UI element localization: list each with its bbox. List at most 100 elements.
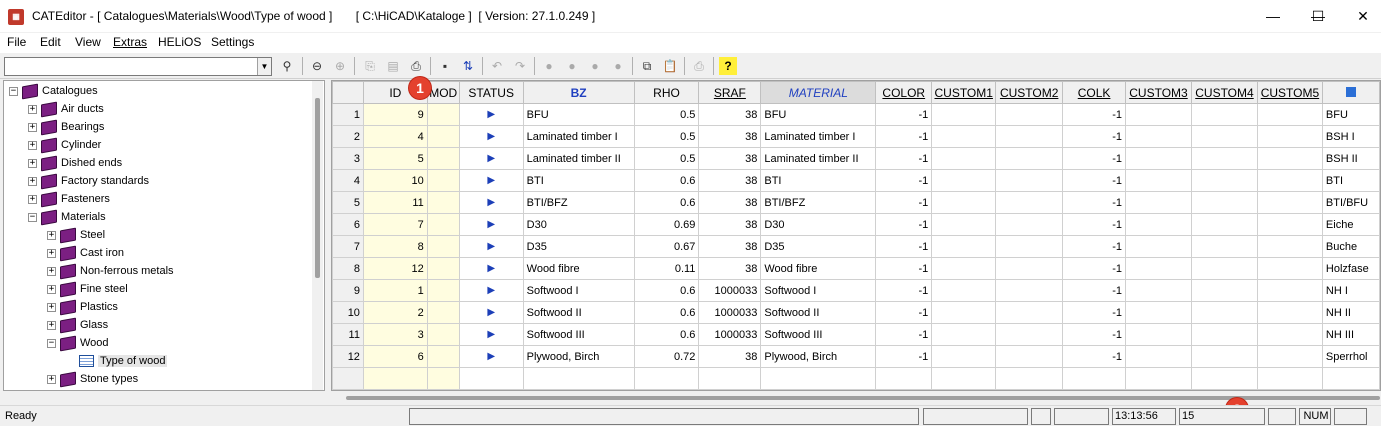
tree-item[interactable]: + Fasteners bbox=[28, 190, 110, 208]
cell-custom1[interactable] bbox=[931, 169, 997, 192]
cell-rho[interactable]: 0.6 bbox=[633, 323, 700, 346]
cell-colk[interactable]: -1 bbox=[1062, 191, 1127, 214]
column-header[interactable]: STATUS bbox=[458, 81, 524, 104]
cell-color[interactable]: -1 bbox=[875, 279, 933, 302]
cell-custom4[interactable] bbox=[1190, 323, 1258, 346]
collapse-icon[interactable]: − bbox=[9, 86, 18, 96]
undo-icon[interactable]: ↶ bbox=[488, 57, 506, 75]
print-icon[interactable]: ⎙ bbox=[690, 57, 708, 75]
cell-extra[interactable]: Sperrhol bbox=[1321, 345, 1380, 368]
tree-item[interactable]: Type of wood bbox=[66, 352, 168, 370]
cell-colk[interactable]: -1 bbox=[1062, 213, 1127, 236]
catalogue-editor-icon[interactable]: ▦ bbox=[8, 9, 24, 25]
status-icon[interactable]: ▶ bbox=[458, 191, 524, 214]
status-icon[interactable]: ▶ bbox=[458, 103, 524, 126]
tree-item[interactable]: + Bearings bbox=[28, 118, 104, 136]
cell-bz[interactable]: D30 bbox=[522, 213, 635, 236]
catalogue-combo[interactable]: ▼ bbox=[4, 57, 272, 76]
cell-sraf[interactable]: 38 bbox=[698, 125, 762, 148]
cell-mod[interactable] bbox=[426, 125, 460, 148]
row-number[interactable]: 11 bbox=[332, 323, 364, 346]
cell-mod[interactable] bbox=[426, 169, 460, 192]
cell-custom1[interactable] bbox=[931, 125, 997, 148]
cell-custom5[interactable] bbox=[1256, 235, 1323, 258]
status-icon[interactable]: ▶ bbox=[458, 169, 524, 192]
cell-custom1[interactable] bbox=[931, 323, 997, 346]
cell-rho[interactable]: 0.6 bbox=[633, 301, 700, 324]
menu-settings[interactable]: Settings bbox=[211, 35, 254, 49]
cell-rho[interactable]: 0.5 bbox=[633, 103, 700, 126]
cell-material[interactable]: Laminated timber I bbox=[760, 125, 877, 148]
cell-colk[interactable]: -1 bbox=[1062, 301, 1127, 324]
cell-custom3[interactable] bbox=[1125, 213, 1192, 236]
row-number[interactable]: 2 bbox=[332, 125, 364, 148]
cell-id[interactable]: 3 bbox=[362, 323, 428, 346]
cell-rho[interactable]: 0.67 bbox=[633, 235, 700, 258]
cell-custom5[interactable] bbox=[1256, 147, 1323, 170]
cell-material[interactable]: BFU bbox=[760, 103, 877, 126]
table-row[interactable]: 2 4 ▶ Laminated timber I 0.5 38 Laminated timb… bbox=[332, 125, 1380, 148]
cell-mod[interactable] bbox=[426, 103, 460, 126]
empty-cell[interactable] bbox=[1190, 367, 1258, 390]
cell-sraf[interactable]: 1000033 bbox=[698, 301, 762, 324]
cell-custom2[interactable] bbox=[995, 125, 1064, 148]
cell-extra[interactable]: NH III bbox=[1321, 323, 1380, 346]
cell-custom1[interactable] bbox=[931, 345, 997, 368]
cell-rho[interactable]: 0.6 bbox=[633, 279, 700, 302]
tree-item[interactable]: + Cast iron bbox=[47, 244, 124, 262]
cell-custom5[interactable] bbox=[1256, 301, 1323, 324]
cell-custom5[interactable] bbox=[1256, 257, 1323, 280]
cell-custom2[interactable] bbox=[995, 345, 1064, 368]
column-header[interactable]: CUSTOM4 bbox=[1190, 81, 1258, 104]
cell-rho[interactable]: 0.6 bbox=[633, 191, 700, 214]
empty-cell[interactable] bbox=[426, 367, 460, 390]
cell-bz[interactable]: D35 bbox=[522, 235, 635, 258]
cell-custom3[interactable] bbox=[1125, 169, 1192, 192]
save-icon[interactable]: ▪ bbox=[436, 57, 454, 75]
cell-sraf[interactable]: 38 bbox=[698, 103, 762, 126]
cell-bz[interactable]: BTI bbox=[522, 169, 635, 192]
cell-id[interactable]: 11 bbox=[362, 191, 428, 214]
empty-cell[interactable] bbox=[1256, 367, 1323, 390]
cell-custom2[interactable] bbox=[995, 279, 1064, 302]
back-icon[interactable]: ⊖ bbox=[308, 57, 326, 75]
table-row[interactable]: 5 11 ▶ BTI/BFZ 0.6 38 BTI/BFZ -1 -1 BTI/BFU bbox=[332, 191, 1380, 214]
cell-mod[interactable] bbox=[426, 279, 460, 302]
cell-custom4[interactable] bbox=[1190, 257, 1258, 280]
table-scrollbar-thumb[interactable] bbox=[346, 396, 1380, 400]
cell-custom4[interactable] bbox=[1190, 213, 1258, 236]
cell-custom2[interactable] bbox=[995, 323, 1064, 346]
cell-rho[interactable]: 0.6 bbox=[633, 169, 700, 192]
status-icon[interactable]: ▶ bbox=[458, 235, 524, 258]
column-header[interactable]: SRAF bbox=[698, 81, 762, 104]
cell-material[interactable]: BTI/BFZ bbox=[760, 191, 877, 214]
tree-item[interactable]: + Air ducts bbox=[28, 100, 104, 118]
expand-icon[interactable]: + bbox=[47, 320, 56, 330]
cell-custom5[interactable] bbox=[1256, 191, 1323, 214]
tree-item[interactable]: + Cylinder bbox=[28, 136, 101, 154]
cell-custom5[interactable] bbox=[1256, 345, 1323, 368]
cell-custom4[interactable] bbox=[1190, 103, 1258, 126]
cell-color[interactable]: -1 bbox=[875, 125, 933, 148]
cell-colk[interactable]: -1 bbox=[1062, 323, 1127, 346]
insert-row-icon[interactable]: ● bbox=[586, 57, 604, 75]
empty-cell[interactable] bbox=[931, 367, 997, 390]
close-button[interactable]: ✕ bbox=[1340, 0, 1381, 33]
cell-color[interactable]: -1 bbox=[875, 235, 933, 258]
row-number[interactable]: 6 bbox=[332, 213, 364, 236]
cell-id[interactable]: 1 bbox=[362, 279, 428, 302]
cell-color[interactable]: -1 bbox=[875, 345, 933, 368]
cell-id[interactable]: 2 bbox=[362, 301, 428, 324]
cell-color[interactable]: -1 bbox=[875, 213, 933, 236]
cell-mod[interactable] bbox=[426, 235, 460, 258]
column-header[interactable]: COLOR bbox=[875, 81, 933, 104]
cell-sraf[interactable]: 38 bbox=[698, 213, 762, 236]
cell-material[interactable]: Softwood III bbox=[760, 323, 877, 346]
tree-item[interactable]: + Glass bbox=[47, 316, 108, 334]
cell-sraf[interactable]: 38 bbox=[698, 191, 762, 214]
cell-custom5[interactable] bbox=[1256, 279, 1323, 302]
column-header[interactable] bbox=[332, 81, 364, 104]
cell-rho[interactable]: 0.72 bbox=[633, 345, 700, 368]
menu-edit[interactable]: Edit bbox=[40, 35, 61, 49]
cell-colk[interactable]: -1 bbox=[1062, 147, 1127, 170]
